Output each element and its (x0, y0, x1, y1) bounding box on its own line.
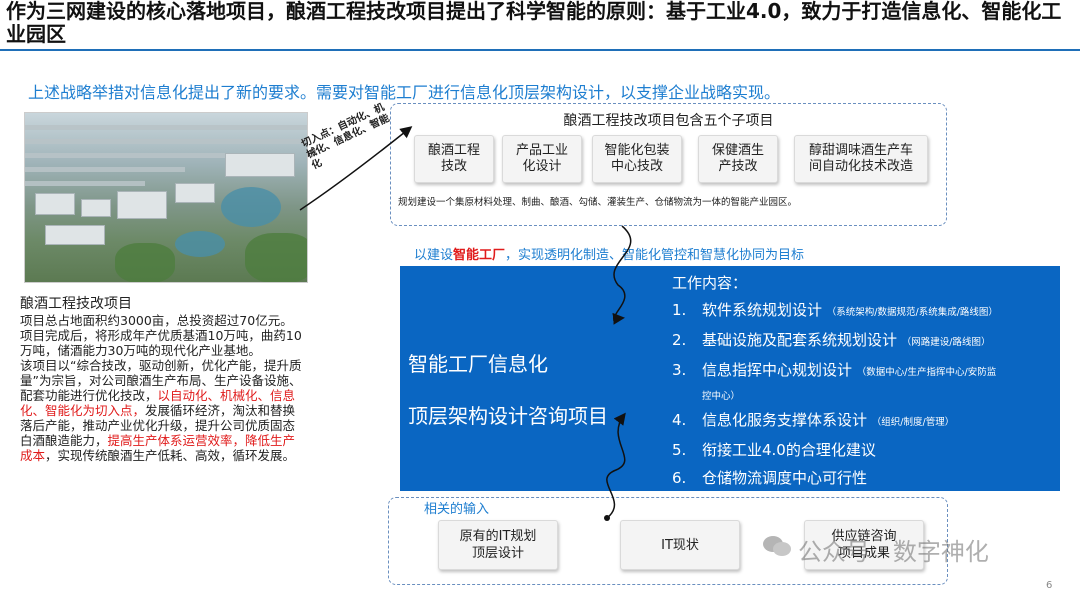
subproject-card: 保健酒生 产技改 (698, 135, 778, 183)
work-item: 6. 仓储物流调度中心可行性 (672, 469, 868, 487)
work-content-title: 工作内容： (672, 274, 748, 292)
work-item: 3. 信息指挥中心规划设计 （数据中心/生产指挥中心/安防监 (672, 361, 997, 379)
input-card: 原有的IT规划 顶层设计 (438, 520, 558, 570)
work-item: 1. 软件系统规划设计 （系统架构/数据规范/系统集成/路线图） (672, 301, 998, 319)
work-item: 5. 衔接工业4.0的合理化建议 (672, 441, 876, 459)
project-capacity-text: 项目完成后，将形成年产优质基酒10万吨，曲药10万吨，储酒能力30万吨的现代化产… (20, 328, 302, 358)
goal-statement: 以建设智能工厂，实现透明化制造、智能化管控和智慧化协同为目标 (414, 248, 805, 263)
work-item-continuation: 控中心） (702, 391, 741, 402)
project-area-text: 项目总占地面积约3000亩，总投资超过70亿元。 (20, 313, 293, 328)
watermark-text: 公众号 · 数字神化 (798, 538, 989, 566)
title-divider (0, 49, 1080, 51)
consulting-title-line2: 顶层架构设计咨询项目 (408, 404, 608, 428)
slide-title: 作为三网建设的核心落地项目，酿酒工程技改项目提出了科学智能的原则：基于工业4.0… (6, 0, 1062, 46)
project-description: 酿酒工程技改项目 项目总占地面积约3000亩，总投资超过70亿元。 项目完成后，… (20, 296, 302, 464)
input-card: IT现状 (620, 520, 740, 570)
page-number: 6 (1046, 580, 1053, 591)
subproject-card: 醇甜调味酒生产车 间自动化技术改造 (794, 135, 928, 183)
subproject-card: 产品工业 化设计 (502, 135, 582, 183)
work-item: 4. 信息化服务支撑体系设计 （组织/制度/管理） (672, 411, 955, 429)
inputs-title: 相关的输入 (424, 502, 490, 517)
work-item: 2. 基础设施及配套系统规划设计 （网路建设/路线图） (672, 331, 991, 349)
project-purpose-text: 该项目以“综合技改，驱动创新，优化产能，提升质量”为宗旨，对公司酿酒生产布局、生… (20, 358, 302, 463)
subproject-card: 酿酒工程 技改 (414, 135, 494, 183)
subprojects-note: 规划建设一个集原材料处理、制曲、酿酒、勾储、灌装生产、仓储物流为一体的智能产业园… (398, 197, 798, 208)
consulting-title-line1: 智能工厂信息化 (408, 352, 548, 376)
subprojects-title: 酿酒工程技改项目包含五个子项目 (563, 113, 774, 129)
aerial-photo (24, 112, 308, 283)
goal-highlight: 智能工厂 (453, 248, 506, 263)
project-heading: 酿酒工程技改项目 (20, 296, 132, 312)
subtitle: 上述战略举措对信息化提出了新的要求。需要对智能工厂进行信息化顶层架构设计，以支撑… (28, 83, 781, 102)
subproject-card: 智能化包装 中心技改 (592, 135, 682, 183)
wechat-icon (763, 536, 791, 556)
entry-point-label: 切入点：自动化、机械化、信息化、智能化 (300, 101, 392, 172)
